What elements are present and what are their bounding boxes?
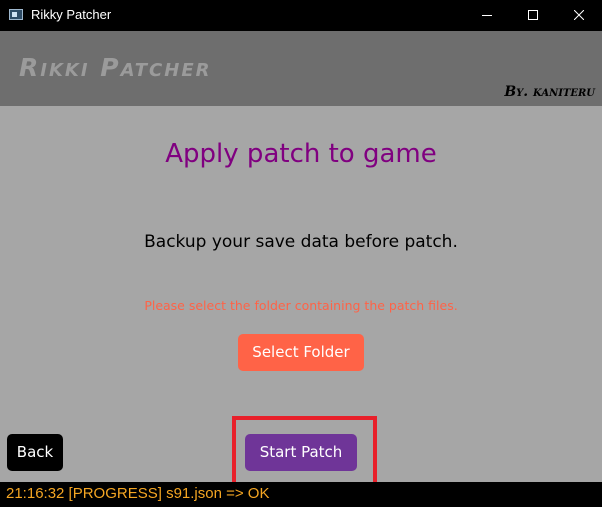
log-line: 21:16:32 [PROGRESS] s91.json => OK [6,485,270,502]
maximize-button[interactable] [510,0,556,31]
author-byline: By. kaniteru [504,84,595,100]
folder-instruction: Please select the folder containing the … [144,298,458,313]
close-button[interactable] [556,0,602,31]
app-window-icon [9,9,23,20]
start-patch-button[interactable]: Start Patch [245,434,357,471]
patcher-window: Rikky Patcher Rikki Patcher By. kaniteru… [0,0,602,507]
close-icon [574,10,584,20]
page-title: Apply patch to game [165,139,437,169]
maximize-icon [528,10,538,20]
window-title: Rikky Patcher [31,7,112,22]
back-button[interactable]: Back [7,434,63,471]
brand-title: Rikki Patcher [19,53,212,82]
minimize-icon [482,15,492,16]
header-band: Rikki Patcher By. kaniteru [0,31,602,106]
title-bar[interactable]: Rikky Patcher [0,0,602,31]
select-folder-button[interactable]: Select Folder [238,334,364,371]
minimize-button[interactable] [464,0,510,31]
log-bar: 21:16:32 [PROGRESS] s91.json => OK [0,482,602,507]
backup-warning: Backup your save data before patch. [144,232,458,252]
